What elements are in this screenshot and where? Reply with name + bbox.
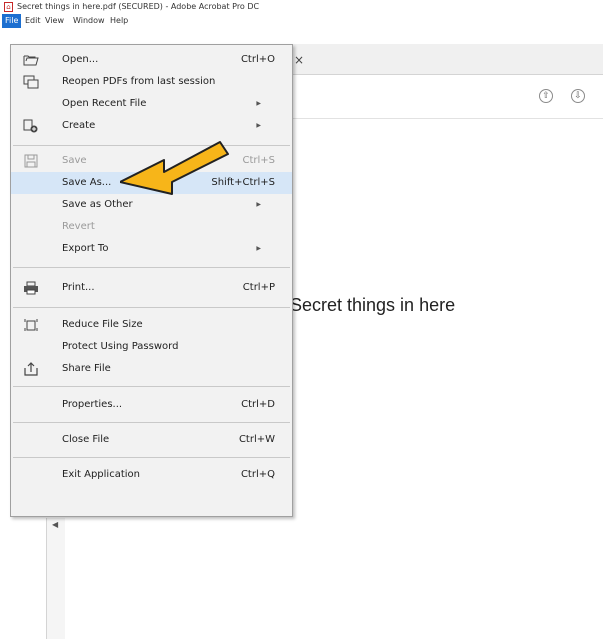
menu-item-share-file[interactable]: Share File xyxy=(11,358,292,380)
menu-item-label: Save xyxy=(62,155,87,166)
menu-item-properties[interactable]: Properties... Ctrl+D xyxy=(11,394,292,416)
left-panel-gutter xyxy=(46,518,65,639)
menu-item-label: Open Recent File xyxy=(62,98,147,109)
submenu-arrow-icon: ▶ xyxy=(256,245,261,252)
previous-page-icon[interactable]: ⇧ xyxy=(539,89,553,103)
menu-item-shortcut: Ctrl+O xyxy=(240,54,275,65)
menu-item-create[interactable]: Create ▶ xyxy=(11,115,292,137)
reduce-size-icon xyxy=(24,319,38,331)
menu-item-open[interactable]: Open... Ctrl+O xyxy=(11,49,292,71)
save-disk-icon xyxy=(24,154,38,168)
left-panel xyxy=(0,518,46,639)
menu-item-shortcut: Ctrl+S xyxy=(242,155,275,166)
menu-window[interactable]: Window xyxy=(70,14,108,28)
menu-item-print[interactable]: Print... Ctrl+P xyxy=(11,277,292,299)
menu-item-label: Exit Application xyxy=(62,469,140,480)
menu-item-label: Reduce File Size xyxy=(62,319,143,330)
submenu-arrow-icon: ▶ xyxy=(256,100,261,107)
share-icon xyxy=(24,362,38,376)
annotation-arrow-icon xyxy=(120,141,229,195)
submenu-arrow-icon: ▶ xyxy=(256,201,261,208)
menu-item-open-recent[interactable]: Open Recent File ▶ xyxy=(11,93,292,115)
menu-item-label: Create xyxy=(62,120,96,131)
document-toolbar xyxy=(290,75,603,119)
menu-edit[interactable]: Edit xyxy=(22,14,44,28)
menu-item-label: Export To xyxy=(62,243,109,254)
menu-separator xyxy=(13,386,290,387)
menu-file[interactable]: File xyxy=(2,14,22,28)
menu-item-label: Open... xyxy=(62,54,99,65)
acrobat-pdf-icon: ⌂ xyxy=(4,2,13,12)
title-bar: ⌂ Secret things in here.pdf (SECURED) - … xyxy=(0,0,603,14)
menu-item-shortcut: Ctrl+D xyxy=(241,399,275,410)
file-menu: Open... Ctrl+O Reopen PDFs from last ses… xyxy=(10,44,293,517)
menu-item-shortcut: Ctrl+P xyxy=(242,282,275,293)
menu-item-label: Save As... xyxy=(62,177,112,188)
menu-item-label: Protect Using Password xyxy=(62,341,179,352)
menu-item-protect-password[interactable]: Protect Using Password xyxy=(11,336,292,358)
menu-separator xyxy=(13,422,290,423)
menu-item-export-to[interactable]: Export To ▶ xyxy=(11,238,292,260)
menu-help[interactable]: Help xyxy=(107,14,131,28)
menu-item-label: Properties... xyxy=(62,399,123,410)
menu-bar: File Edit View Window Help xyxy=(0,14,603,28)
menu-separator xyxy=(13,267,290,268)
menu-item-shortcut: Ctrl+W xyxy=(238,434,275,445)
menu-separator xyxy=(13,457,290,458)
menu-item-exit[interactable]: Exit Application Ctrl+Q xyxy=(11,464,292,486)
menu-separator xyxy=(13,307,290,308)
menu-item-reopen-pdfs[interactable]: Reopen PDFs from last session xyxy=(11,71,292,93)
menu-item-label: Revert xyxy=(62,221,95,232)
menu-item-label: Share File xyxy=(62,363,111,374)
window-title: Secret things in here.pdf (SECURED) - Ad… xyxy=(17,2,260,11)
menu-item-label: Close File xyxy=(62,434,110,445)
next-page-icon[interactable]: ⇩ xyxy=(571,89,585,103)
menu-item-reduce-file-size[interactable]: Reduce File Size xyxy=(11,314,292,336)
open-folder-icon xyxy=(23,55,39,66)
menu-item-label: Reopen PDFs from last session xyxy=(62,76,216,87)
submenu-arrow-icon: ▶ xyxy=(256,122,261,129)
menu-item-label: Print... xyxy=(62,282,95,293)
tab-close-icon[interactable]: × xyxy=(294,53,304,67)
tab-strip xyxy=(290,44,603,75)
menu-view[interactable]: View xyxy=(42,14,67,28)
create-pdf-icon xyxy=(23,119,38,133)
menu-item-shortcut: Ctrl+Q xyxy=(240,469,275,480)
menu-item-revert[interactable]: Revert xyxy=(11,216,292,238)
printer-icon xyxy=(24,281,38,295)
reopen-pdfs-icon xyxy=(23,75,39,89)
menu-item-close-file[interactable]: Close File Ctrl+W xyxy=(11,429,292,451)
document-body-text: Secret things in here xyxy=(290,295,456,315)
collapse-panel-icon[interactable]: ◀ xyxy=(52,520,58,529)
